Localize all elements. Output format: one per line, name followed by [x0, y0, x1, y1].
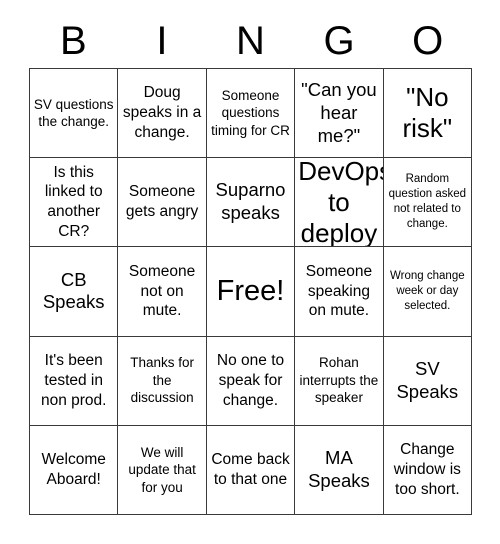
bingo-cell[interactable]: Wrong change week or day selected. [383, 247, 473, 337]
header-letter-text: N [236, 18, 265, 63]
bingo-cell-text: Someone questions timing for CR [211, 87, 290, 138]
bingo-cell-text: DevOps to deploy [298, 158, 384, 248]
bingo-cell-free-space[interactable]: Free! [206, 247, 296, 337]
bingo-cell[interactable]: We will update that for you [118, 425, 207, 515]
bingo-cell-text: Random question asked not related to cha… [388, 173, 467, 231]
bingo-cell[interactable]: Welcome Aboard! [30, 425, 119, 515]
bingo-cell-text: SV Speaks [396, 357, 459, 402]
bingo-cell-text: Wrong change week or day selected. [390, 270, 465, 312]
bingo-cell-text: Thanks for the discussion [130, 355, 194, 406]
bingo-cell-text: MA Speaks [308, 446, 370, 491]
bingo-cell[interactable]: Thanks for the discussion [118, 336, 207, 426]
bingo-cell-text: Suparno speaks [215, 179, 286, 224]
bingo-header-row: B I N G O [29, 13, 472, 68]
bingo-cell-text: We will update that for you [128, 444, 196, 495]
bingo-cell[interactable]: No one to speak for change. [206, 336, 296, 426]
bingo-cell[interactable]: Change window is too short. [383, 425, 473, 515]
bingo-cell-text: "No risk" [402, 82, 453, 144]
bingo-cell[interactable]: "Can you hear me?" [295, 69, 384, 159]
bingo-cell-text: Someone speaking on mute. [305, 262, 373, 320]
bingo-header-letter-b: B [29, 13, 118, 68]
bingo-header-letter-i: I [118, 13, 207, 68]
bingo-cell-text: SV questions the change. [33, 96, 114, 130]
bingo-cell[interactable]: Someone gets angry [118, 158, 207, 248]
header-letter-text: G [323, 18, 355, 63]
bingo-grid: SV questions the change. Doug speaks in … [29, 68, 473, 515]
bingo-cell[interactable]: Someone not on mute. [118, 247, 207, 337]
bingo-cell-text: CB Speaks [42, 268, 105, 313]
bingo-cell[interactable]: Someone speaking on mute. [295, 247, 384, 337]
bingo-cell[interactable]: Come back to that one [206, 425, 296, 515]
bingo-header-letter-o: O [383, 13, 472, 68]
bingo-cell-text: "Can you hear me?" [301, 78, 377, 146]
bingo-cell[interactable]: Suparno speaks [206, 158, 296, 248]
bingo-cell[interactable]: Random question asked not related to cha… [383, 158, 473, 248]
bingo-cell-text: No one to speak for change. [216, 351, 285, 409]
bingo-cell[interactable]: Doug speaks in a change. [118, 69, 207, 159]
bingo-row: CB Speaks Someone not on mute. Free! Som… [30, 247, 473, 337]
bingo-cell[interactable]: Rohan interrupts the speaker [295, 336, 384, 426]
bingo-cell-text: Rohan interrupts the speaker [299, 355, 379, 406]
bingo-cell-text: Change window is too short. [393, 441, 461, 498]
bingo-cell-text: Come back to that one [211, 451, 290, 488]
bingo-cell-text: Doug speaks in a change. [122, 84, 202, 141]
bingo-row: Is this linked to another CR? Someone ge… [30, 158, 473, 248]
bingo-cell[interactable]: "No risk" [383, 69, 473, 159]
bingo-cell-text: Someone gets angry [125, 183, 199, 221]
bingo-card: B I N G O SV questions the change. Doug … [29, 13, 473, 515]
bingo-header-letter-g: G [295, 13, 384, 68]
bingo-cell[interactable]: It's been tested in non prod. [30, 336, 119, 426]
bingo-cell[interactable]: Is this linked to another CR? [30, 158, 119, 248]
bingo-row: Welcome Aboard! We will update that for … [30, 425, 473, 515]
bingo-header-letter-n: N [206, 13, 295, 68]
bingo-cell[interactable]: MA Speaks [295, 425, 384, 515]
bingo-cell[interactable]: Someone questions timing for CR [206, 69, 296, 159]
bingo-cell-text: Someone not on mute. [128, 262, 196, 320]
header-letter-text: O [412, 18, 444, 63]
bingo-cell[interactable]: CB Speaks [30, 247, 119, 337]
header-letter-text: I [156, 18, 168, 63]
bingo-free-space-text: Free! [216, 274, 285, 307]
bingo-cell[interactable]: DevOps to deploy [295, 158, 384, 248]
bingo-cell-text: Is this linked to another CR? [44, 163, 103, 241]
bingo-cell[interactable]: SV questions the change. [30, 69, 119, 159]
bingo-row: It's been tested in non prod. Thanks for… [30, 336, 473, 426]
header-letter-text: B [59, 18, 87, 63]
bingo-cell-text: Welcome Aboard! [41, 451, 106, 488]
bingo-row: SV questions the change. Doug speaks in … [30, 69, 473, 159]
bingo-cell-text: It's been tested in non prod. [40, 351, 107, 409]
bingo-cell[interactable]: SV Speaks [383, 336, 473, 426]
